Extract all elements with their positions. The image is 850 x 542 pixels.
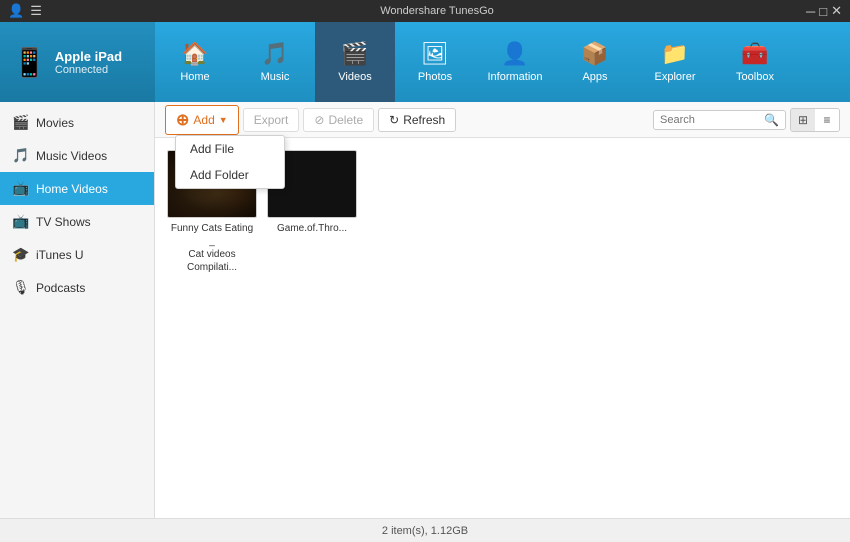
- delete-button[interactable]: ⊘ Delete: [303, 108, 374, 132]
- add-icon: ⊕: [176, 110, 189, 130]
- menu-icon[interactable]: ☰: [30, 3, 42, 19]
- refresh-button[interactable]: ↻ Refresh: [378, 108, 456, 132]
- nav-label-music: Music: [261, 71, 290, 83]
- videos-icon: 🎬: [341, 41, 368, 67]
- device-info: 📱 Apple iPad Connected: [0, 22, 155, 102]
- apps-icon: 📦: [581, 41, 608, 67]
- list-view-button[interactable]: ≡: [815, 109, 839, 131]
- delete-label: Delete: [328, 113, 363, 127]
- sidebar-item-music-videos[interactable]: 🎵 Music Videos: [0, 139, 154, 172]
- file-subname-1: Cat videos Compilati...: [167, 248, 257, 274]
- device-status: Connected: [55, 64, 122, 76]
- maximize-icon[interactable]: □: [819, 4, 827, 19]
- add-folder-item[interactable]: Add Folder: [176, 162, 284, 188]
- file-label-1: Funny Cats Eating _ Cat videos Compilati…: [167, 222, 257, 274]
- file-label-2: Game.of.Thro...: [277, 222, 347, 235]
- sidebar-label-podcasts: Podcasts: [36, 281, 85, 295]
- device-name: Apple iPad: [55, 49, 122, 64]
- nav-label-explorer: Explorer: [655, 71, 696, 83]
- status-text: 2 item(s), 1.12GB: [382, 525, 468, 537]
- sidebar-item-movies[interactable]: 🎬 Movies: [0, 106, 154, 139]
- home-videos-icon: 📺: [12, 180, 28, 197]
- refresh-icon: ↻: [389, 113, 399, 127]
- device-text: Apple iPad Connected: [55, 49, 122, 76]
- grid-view-button[interactable]: ⊞: [791, 109, 815, 131]
- nav-item-photos[interactable]: 🖼 Photos: [395, 22, 475, 102]
- sidebar-label-movies: Movies: [36, 116, 74, 130]
- nav-label-toolbox: Toolbox: [736, 71, 774, 83]
- close-icon[interactable]: ✕: [831, 3, 842, 19]
- nav-item-music[interactable]: 🎵 Music: [235, 22, 315, 102]
- export-button[interactable]: Export: [243, 108, 300, 132]
- add-button-container: ⊕ Add ▼ Add File Add Folder: [165, 105, 239, 135]
- file-grid: Funny Cats Eating _ Cat videos Compilati…: [155, 138, 850, 518]
- music-icon: 🎵: [261, 41, 288, 67]
- nav-item-apps[interactable]: 📦 Apps: [555, 22, 635, 102]
- search-input[interactable]: [660, 114, 760, 126]
- sidebar: 🎬 Movies 🎵 Music Videos 📺 Home Videos 📺 …: [0, 102, 155, 518]
- content-area: ⊕ Add ▼ Add File Add Folder Export ⊘ Del…: [155, 102, 850, 518]
- status-bar: 2 item(s), 1.12GB: [0, 518, 850, 542]
- tv-shows-icon: 📺: [12, 213, 28, 230]
- nav-item-videos[interactable]: 🎬 Videos: [315, 22, 395, 102]
- refresh-label: Refresh: [403, 113, 445, 127]
- add-button[interactable]: ⊕ Add ▼: [165, 105, 239, 135]
- sidebar-item-tv-shows[interactable]: 📺 TV Shows: [0, 205, 154, 238]
- main-content: 🎬 Movies 🎵 Music Videos 📺 Home Videos 📺 …: [0, 102, 850, 518]
- podcasts-icon: 🎙: [12, 279, 28, 296]
- sidebar-item-home-videos[interactable]: 📺 Home Videos: [0, 172, 154, 205]
- nav-item-information[interactable]: 👤 Information: [475, 22, 555, 102]
- nav-label-home: Home: [180, 71, 209, 83]
- sidebar-item-itunes-u[interactable]: 🎓 iTunes U: [0, 238, 154, 271]
- view-toggle: ⊞ ≡: [790, 108, 840, 132]
- title-bar: 👤 ☰ Wondershare TunesGo ─ □ ✕: [0, 0, 850, 22]
- minimize-icon[interactable]: ─: [806, 4, 815, 19]
- delete-icon: ⊘: [314, 113, 324, 127]
- explorer-icon: 📁: [661, 41, 688, 67]
- home-icon: 🏠: [181, 41, 208, 67]
- file-name-1: Funny Cats Eating _: [167, 222, 257, 248]
- toolbox-icon: 🧰: [741, 41, 768, 67]
- nav-item-explorer[interactable]: 📁 Explorer: [635, 22, 715, 102]
- app-title: Wondershare TunesGo: [68, 5, 806, 17]
- sidebar-label-home-videos: Home Videos: [36, 182, 108, 196]
- sidebar-label-itunes-u: iTunes U: [36, 248, 84, 262]
- add-file-item[interactable]: Add File: [176, 136, 284, 162]
- sidebar-label-tv-shows: TV Shows: [36, 215, 91, 229]
- add-dropdown-menu: Add File Add Folder: [175, 135, 285, 189]
- nav-label-apps: Apps: [582, 71, 607, 83]
- info-icon: 👤: [501, 41, 528, 67]
- nav-item-toolbox[interactable]: 🧰 Toolbox: [715, 22, 795, 102]
- toolbar: ⊕ Add ▼ Add File Add Folder Export ⊘ Del…: [155, 102, 850, 138]
- search-icon: 🔍: [764, 113, 779, 127]
- nav-items: 🏠 Home 🎵 Music 🎬 Videos 🖼 Photos 👤 Infor…: [155, 22, 850, 102]
- nav-item-home[interactable]: 🏠 Home: [155, 22, 235, 102]
- nav-bar: 📱 Apple iPad Connected 🏠 Home 🎵 Music 🎬 …: [0, 22, 850, 102]
- sidebar-label-music-videos: Music Videos: [36, 149, 107, 163]
- user-icon[interactable]: 👤: [8, 3, 24, 19]
- device-icon: 📱: [12, 46, 47, 79]
- music-videos-icon: 🎵: [12, 147, 28, 164]
- movies-icon: 🎬: [12, 114, 28, 131]
- search-box: 🔍: [653, 110, 786, 130]
- photos-icon: 🖼: [421, 41, 449, 67]
- add-label: Add: [193, 113, 214, 127]
- file-name-2: Game.of.Thro...: [277, 222, 347, 235]
- nav-label-information: Information: [487, 71, 542, 83]
- nav-label-photos: Photos: [418, 71, 452, 83]
- itunes-u-icon: 🎓: [12, 246, 28, 263]
- export-label: Export: [254, 113, 289, 127]
- add-chevron-icon: ▼: [219, 115, 228, 125]
- sidebar-item-podcasts[interactable]: 🎙 Podcasts: [0, 271, 154, 304]
- nav-label-videos: Videos: [338, 71, 371, 83]
